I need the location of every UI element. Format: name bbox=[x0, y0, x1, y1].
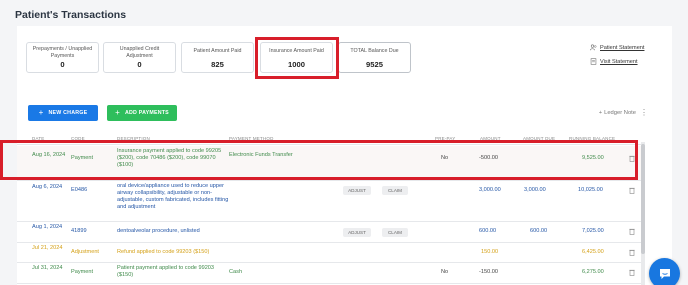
payment-row-highlight bbox=[0, 140, 638, 180]
patient-statement-link[interactable]: Patient Statement bbox=[590, 44, 644, 51]
summary-card-total-balance: TOTAL Balance Due 9525 bbox=[338, 42, 411, 73]
add-payments-button[interactable]: + ADD PAYMENTS bbox=[107, 105, 177, 121]
claim-button[interactable]: CLAIM bbox=[382, 228, 408, 237]
row-description: dentoalveolar procedure, unlisted bbox=[117, 228, 200, 234]
summary-label: Patient Amount Paid bbox=[193, 48, 242, 54]
row-code: 41899 bbox=[71, 228, 87, 234]
table-row[interactable]: Jul 31, 2024 Payment Patient payment app… bbox=[17, 263, 642, 284]
summary-value: 0 bbox=[137, 60, 142, 69]
row-code: Adjustment bbox=[71, 249, 99, 255]
row-date: Jul 21, 2024 bbox=[32, 245, 63, 251]
ledger-note-label: Ledger Note bbox=[604, 110, 636, 116]
page-title: Patient's Transactions bbox=[15, 9, 127, 21]
patient-statement-label[interactable]: Patient Statement bbox=[600, 45, 644, 51]
plus-icon: + bbox=[598, 110, 603, 116]
transactions-panel: Prepayments / Unapplied Payments 0 Unapp… bbox=[0, 26, 672, 285]
trash-icon[interactable] bbox=[629, 249, 635, 256]
kebab-icon[interactable]: ⋮ bbox=[640, 109, 648, 117]
summary-label: Prepayments / Unapplied Payments bbox=[32, 46, 93, 59]
table-row[interactable]: Jul 21, 2024 Adjustment Refund applied t… bbox=[17, 243, 642, 263]
adjust-button[interactable]: ADJUST bbox=[343, 186, 371, 195]
new-charge-button[interactable]: + NEW CHARGE bbox=[28, 105, 98, 121]
trash-icon[interactable] bbox=[629, 187, 635, 194]
document-icon bbox=[590, 58, 597, 65]
row-running-balance: 6,425.00 bbox=[582, 249, 604, 255]
people-icon bbox=[590, 44, 597, 51]
new-charge-label: NEW CHARGE bbox=[48, 110, 88, 116]
summary-label: Unapplied Credit Adjustment bbox=[119, 46, 160, 59]
summary-value: 0 bbox=[60, 60, 65, 69]
table-row[interactable]: Aug 6, 2024 E0486 oral device/appliance … bbox=[17, 181, 642, 222]
adjust-button[interactable]: ADJUST bbox=[343, 228, 371, 237]
row-running-balance: 10,025.00 bbox=[578, 187, 603, 193]
row-pre-pay: No bbox=[441, 269, 449, 275]
table-row[interactable]: Aug 1, 2024 41899 dentoalveolar procedur… bbox=[17, 222, 642, 243]
row-code: Payment bbox=[71, 269, 94, 275]
row-amount-due: 3,000.00 bbox=[524, 187, 546, 193]
summary-label: TOTAL Balance Due bbox=[350, 48, 399, 54]
row-amount-due: 600.00 bbox=[530, 228, 548, 234]
row-description: oral device/appliance used to reduce upp… bbox=[117, 183, 229, 210]
summary-value: 9525 bbox=[366, 60, 383, 69]
row-description: Patient payment applied to code 99203 ($… bbox=[117, 265, 215, 278]
add-payments-label: ADD PAYMENTS bbox=[124, 110, 169, 116]
row-amount: 150.00 bbox=[481, 249, 499, 255]
summary-card-prepayments: Prepayments / Unapplied Payments 0 bbox=[26, 42, 99, 73]
row-date: Jul 31, 2024 bbox=[32, 265, 63, 271]
row-amount: 600.00 bbox=[479, 228, 497, 234]
row-amount: 3,000.00 bbox=[479, 187, 501, 193]
ledger-note-button[interactable]: + Ledger Note bbox=[599, 110, 636, 116]
transactions-page: Patient's Transactions Prepayments / Una… bbox=[0, 0, 688, 285]
plus-icon: + bbox=[115, 108, 120, 117]
row-running-balance: 7,025.00 bbox=[582, 228, 604, 234]
row-code: E0486 bbox=[71, 187, 88, 193]
summary-value: 825 bbox=[211, 60, 224, 69]
claim-button[interactable]: CLAIM bbox=[382, 186, 408, 195]
visit-statement-label[interactable]: Visit Statement bbox=[600, 59, 638, 65]
insurance-paid-highlight bbox=[255, 37, 339, 79]
row-date: Aug 6, 2024 bbox=[32, 184, 63, 190]
row-payment-method: Cash bbox=[229, 269, 243, 275]
row-description: Refund applied to code 99203 ($150) bbox=[117, 249, 210, 255]
transactions-table: DATE CODE DESCRIPTION PAYMENT METHOD PRE… bbox=[0, 133, 642, 284]
table-scrollbar-thumb[interactable] bbox=[641, 144, 645, 254]
summary-card-unapplied-credit: Unapplied Credit Adjustment 0 bbox=[103, 42, 176, 73]
chat-launcher-button[interactable] bbox=[649, 258, 680, 285]
row-date: Aug 1, 2024 bbox=[32, 224, 63, 230]
trash-icon[interactable] bbox=[629, 228, 635, 235]
plus-icon: + bbox=[38, 108, 44, 117]
row-amount: -150.00 bbox=[479, 269, 498, 275]
visit-statement-link[interactable]: Visit Statement bbox=[590, 58, 638, 65]
summary-card-patient-paid: Patient Amount Paid 825 bbox=[181, 42, 254, 73]
chat-icon bbox=[659, 268, 670, 279]
row-running-balance: 6,275.00 bbox=[582, 269, 604, 275]
trash-icon[interactable] bbox=[629, 269, 635, 276]
